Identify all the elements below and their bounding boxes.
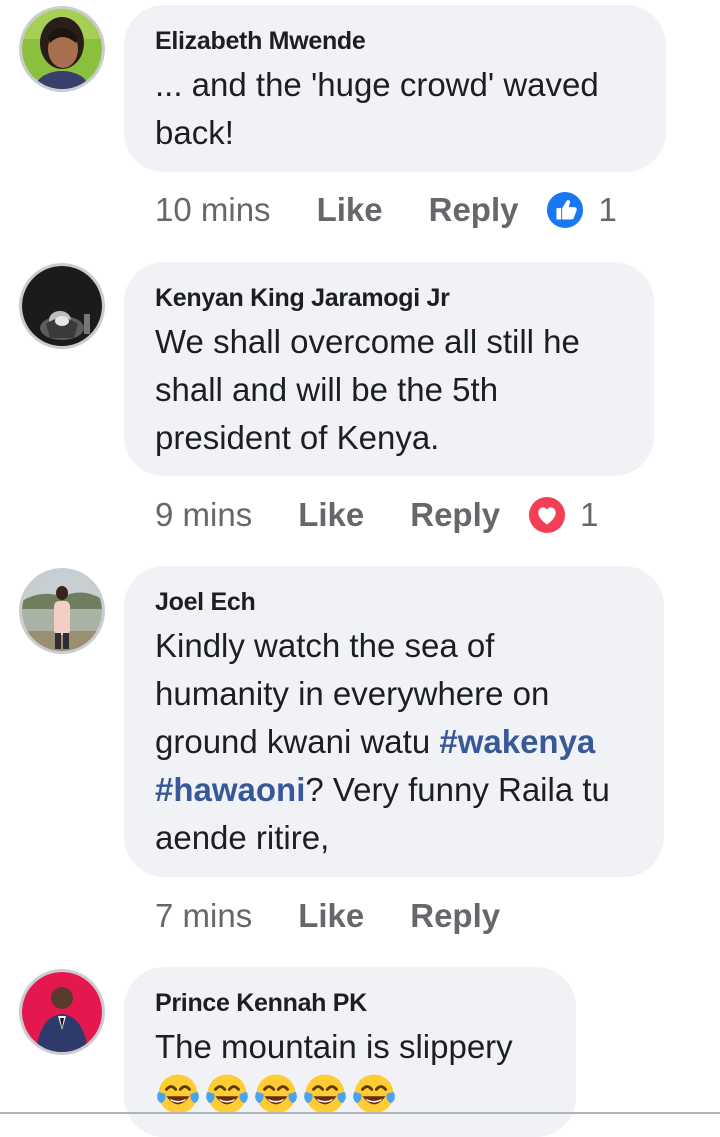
comment-timestamp[interactable]: 9 mins bbox=[155, 496, 252, 534]
face-with-tears-of-joy-icon bbox=[351, 1071, 397, 1117]
hashtag-link[interactable]: #hawaoni bbox=[155, 771, 305, 808]
comment-actions: 9 mins Like Reply 1 bbox=[155, 493, 598, 537]
comment-author[interactable]: Elizabeth Mwende bbox=[155, 25, 636, 57]
comment-text-fragment: ? Very funny Raila tu bbox=[305, 771, 610, 808]
love-reaction-icon[interactable] bbox=[528, 496, 566, 534]
avatar-image bbox=[22, 266, 102, 346]
like-button[interactable]: Like bbox=[298, 496, 364, 534]
face-with-tears-of-joy-icon bbox=[302, 1071, 348, 1117]
emoji-row bbox=[155, 1071, 546, 1117]
avatar-image bbox=[22, 571, 102, 651]
reaction-count[interactable]: 1 bbox=[598, 191, 616, 229]
like-button[interactable]: Like bbox=[317, 191, 383, 229]
like-button[interactable]: Like bbox=[298, 897, 364, 935]
avatar[interactable] bbox=[19, 969, 105, 1055]
comment-text-line: Kindly watch the sea of bbox=[155, 627, 495, 664]
comment-text-line: The mountain is slippery bbox=[155, 1028, 513, 1065]
comment-actions: 10 mins Like Reply 1 bbox=[155, 188, 617, 232]
comment-bubble: Kenyan King Jaramogi Jr We shall overcom… bbox=[124, 262, 654, 476]
comment-author[interactable]: Kenyan King Jaramogi Jr bbox=[155, 282, 624, 314]
hashtag-link[interactable]: #wakenya bbox=[439, 723, 595, 760]
reply-button[interactable]: Reply bbox=[410, 897, 500, 935]
comment-text: We shall overcome all still he shall and… bbox=[155, 318, 624, 462]
comment-text-line: humanity in everywhere on bbox=[155, 675, 550, 712]
comment-text: The mountain is slippery bbox=[155, 1023, 546, 1071]
comment-timestamp[interactable]: 10 mins bbox=[155, 191, 271, 229]
avatar-image bbox=[22, 9, 102, 89]
face-with-tears-of-joy-icon bbox=[253, 1071, 299, 1117]
reply-button[interactable]: Reply bbox=[429, 191, 519, 229]
comment-author[interactable]: Prince Kennah PK bbox=[155, 987, 546, 1019]
comment-text-line: aende ritire, bbox=[155, 819, 330, 856]
comment-timestamp[interactable]: 7 mins bbox=[155, 897, 252, 935]
comment-text-line: ... and the 'huge crowd' waved bbox=[155, 66, 599, 103]
comment-text-line: ground kwani watu #wakenya bbox=[155, 718, 634, 766]
comment-bubble: Joel Ech Kindly watch the sea of humanit… bbox=[124, 566, 664, 877]
comment-text-line: #hawaoni? Very funny Raila tu bbox=[155, 766, 634, 814]
face-with-tears-of-joy-icon bbox=[155, 1071, 201, 1117]
avatar[interactable] bbox=[19, 6, 105, 92]
comment-text: Kindly watch the sea of humanity in ever… bbox=[155, 622, 634, 862]
avatar[interactable] bbox=[19, 263, 105, 349]
comment-text-line: back! bbox=[155, 114, 234, 151]
divider bbox=[0, 1112, 720, 1114]
avatar-image bbox=[22, 972, 102, 1052]
comment-bubble: Elizabeth Mwende ... and the 'huge crowd… bbox=[124, 5, 666, 172]
comment-text-fragment: ground kwani watu bbox=[155, 723, 440, 760]
comment-text: ... and the 'huge crowd' waved back! bbox=[155, 61, 636, 157]
comment-author[interactable]: Joel Ech bbox=[155, 586, 634, 618]
reply-button[interactable]: Reply bbox=[410, 496, 500, 534]
avatar[interactable] bbox=[19, 568, 105, 654]
like-reaction-icon[interactable] bbox=[546, 191, 584, 229]
comment-text-line: We shall overcome all still he bbox=[155, 323, 580, 360]
reaction-count[interactable]: 1 bbox=[580, 496, 598, 534]
comment-text-line: president of Kenya. bbox=[155, 419, 440, 456]
comment-actions: 7 mins Like Reply bbox=[155, 894, 528, 938]
comment-text-line: shall and will be the 5th bbox=[155, 371, 499, 408]
face-with-tears-of-joy-icon bbox=[204, 1071, 250, 1117]
